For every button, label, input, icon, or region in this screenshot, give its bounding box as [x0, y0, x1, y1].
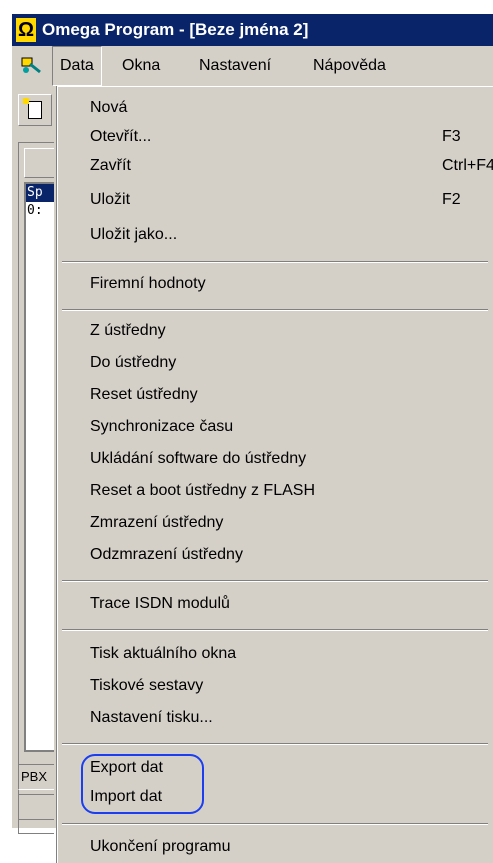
menu-item-zmrazeni[interactable]: Zmrazení ústředny [90, 508, 490, 537]
menu-separator [62, 823, 488, 825]
menu-item-tiskove-sestavy[interactable]: Tiskové sestavy [90, 671, 490, 700]
new-document-button[interactable] [18, 94, 52, 126]
menu-item-label: Zavřít [90, 157, 131, 174]
menu-item-synchronizace-casu[interactable]: Synchronizace času [90, 412, 490, 441]
menu-item-label: Nastavení tisku... [90, 709, 213, 726]
list-item[interactable]: 0: [26, 202, 54, 220]
menu-item-label: Ukončení programu [90, 838, 231, 855]
menu-item-otevrit[interactable]: Otevřít... F3 [90, 122, 490, 151]
menu-item-label: Reset a boot ústředny z FLASH [90, 482, 315, 499]
status-bar-secondary [18, 794, 54, 820]
menu-okna[interactable]: Okna [115, 46, 167, 86]
menu-item-nastaveni-tisku[interactable]: Nastavení tisku... [90, 703, 490, 732]
data-dropdown-menu: Nová Otevřít... F3 Zavřít Ctrl+F4 Uložit… [57, 86, 493, 863]
menu-item-label: Uložit [90, 191, 131, 208]
menu-item-zavrit[interactable]: Zavřít Ctrl+F4 [90, 151, 493, 180]
menu-separator [62, 743, 488, 745]
menu-item-label: Nová [90, 99, 128, 116]
menu-item-label: Trace ISDN modulů [90, 595, 230, 612]
menu-item-reset-boot-flash[interactable]: Reset a boot ústředny z FLASH [90, 476, 490, 505]
menu-item-label: Otevřít... [90, 128, 152, 145]
tools-icon[interactable] [20, 54, 42, 76]
menu-item-shortcut: Ctrl+F4 [442, 157, 493, 174]
omega-logo-icon: Ω [16, 18, 36, 42]
menu-item-nova[interactable]: Nová [90, 93, 490, 122]
menu-item-label: Do ústředny [90, 354, 177, 371]
panel-tab[interactable] [24, 148, 54, 178]
menu-separator [62, 629, 488, 631]
menu-separator [62, 261, 488, 263]
menu-item-label: Tisk aktuálního okna [90, 645, 237, 662]
annotation-highlight [81, 754, 204, 814]
menu-separator [62, 309, 488, 311]
menu-item-shortcut: F2 [442, 191, 461, 208]
menu-item-z-ustredny[interactable]: Z ústředny [90, 316, 490, 345]
menu-item-ukonceni[interactable]: Ukončení programu [90, 832, 490, 861]
menu-item-label: Zmrazení ústředny [90, 514, 224, 531]
menu-item-label: Ukládání software do ústředny [90, 450, 307, 467]
menu-item-label: Reset ústředny [90, 386, 198, 403]
new-document-icon [23, 98, 42, 119]
menu-nastaveni[interactable]: Nastavení [192, 46, 278, 86]
menu-item-odzmrazeni[interactable]: Odzmrazení ústředny [90, 540, 490, 569]
menu-item-label: Tiskové sestavy [90, 677, 204, 694]
menu-separator [62, 580, 488, 582]
menu-item-reset-ustredny[interactable]: Reset ústředny [90, 380, 490, 409]
menu-napoveda[interactable]: Nápověda [306, 46, 393, 86]
menu-item-ulozit[interactable]: Uložit F2 [90, 185, 490, 214]
menu-item-label: Odzmrazení ústředny [90, 546, 243, 563]
window-title: Omega Program - [Beze jména 2] [42, 20, 309, 39]
menu-item-tisk-okna[interactable]: Tisk aktuálního okna [90, 639, 490, 668]
menu-item-label: Z ústředny [90, 322, 166, 339]
list-item[interactable]: Sp [26, 184, 54, 202]
menu-item-trace-isdn[interactable]: Trace ISDN modulů [90, 589, 490, 618]
menu-data[interactable]: Data [52, 46, 102, 86]
menu-item-ukladani-software[interactable]: Ukládání software do ústředny [90, 444, 490, 473]
menu-bar: Data Okna Nastavení Nápověda [12, 46, 493, 86]
status-bar: PBX [18, 764, 54, 790]
title-bar: Ω Omega Program - [Beze jména 2] [12, 14, 493, 46]
menu-item-ulozit-jako[interactable]: Uložit jako... [90, 220, 490, 249]
menu-item-do-ustredny[interactable]: Do ústředny [90, 348, 490, 377]
menu-item-label: Synchronizace času [90, 418, 234, 435]
menu-item-firemni-hodnoty[interactable]: Firemní hodnoty [90, 269, 490, 298]
menu-item-label: Firemní hodnoty [90, 275, 206, 292]
item-list[interactable]: Sp 0: [24, 182, 54, 752]
menu-item-label: Uložit jako... [90, 226, 178, 243]
menu-item-shortcut: F3 [442, 128, 461, 145]
